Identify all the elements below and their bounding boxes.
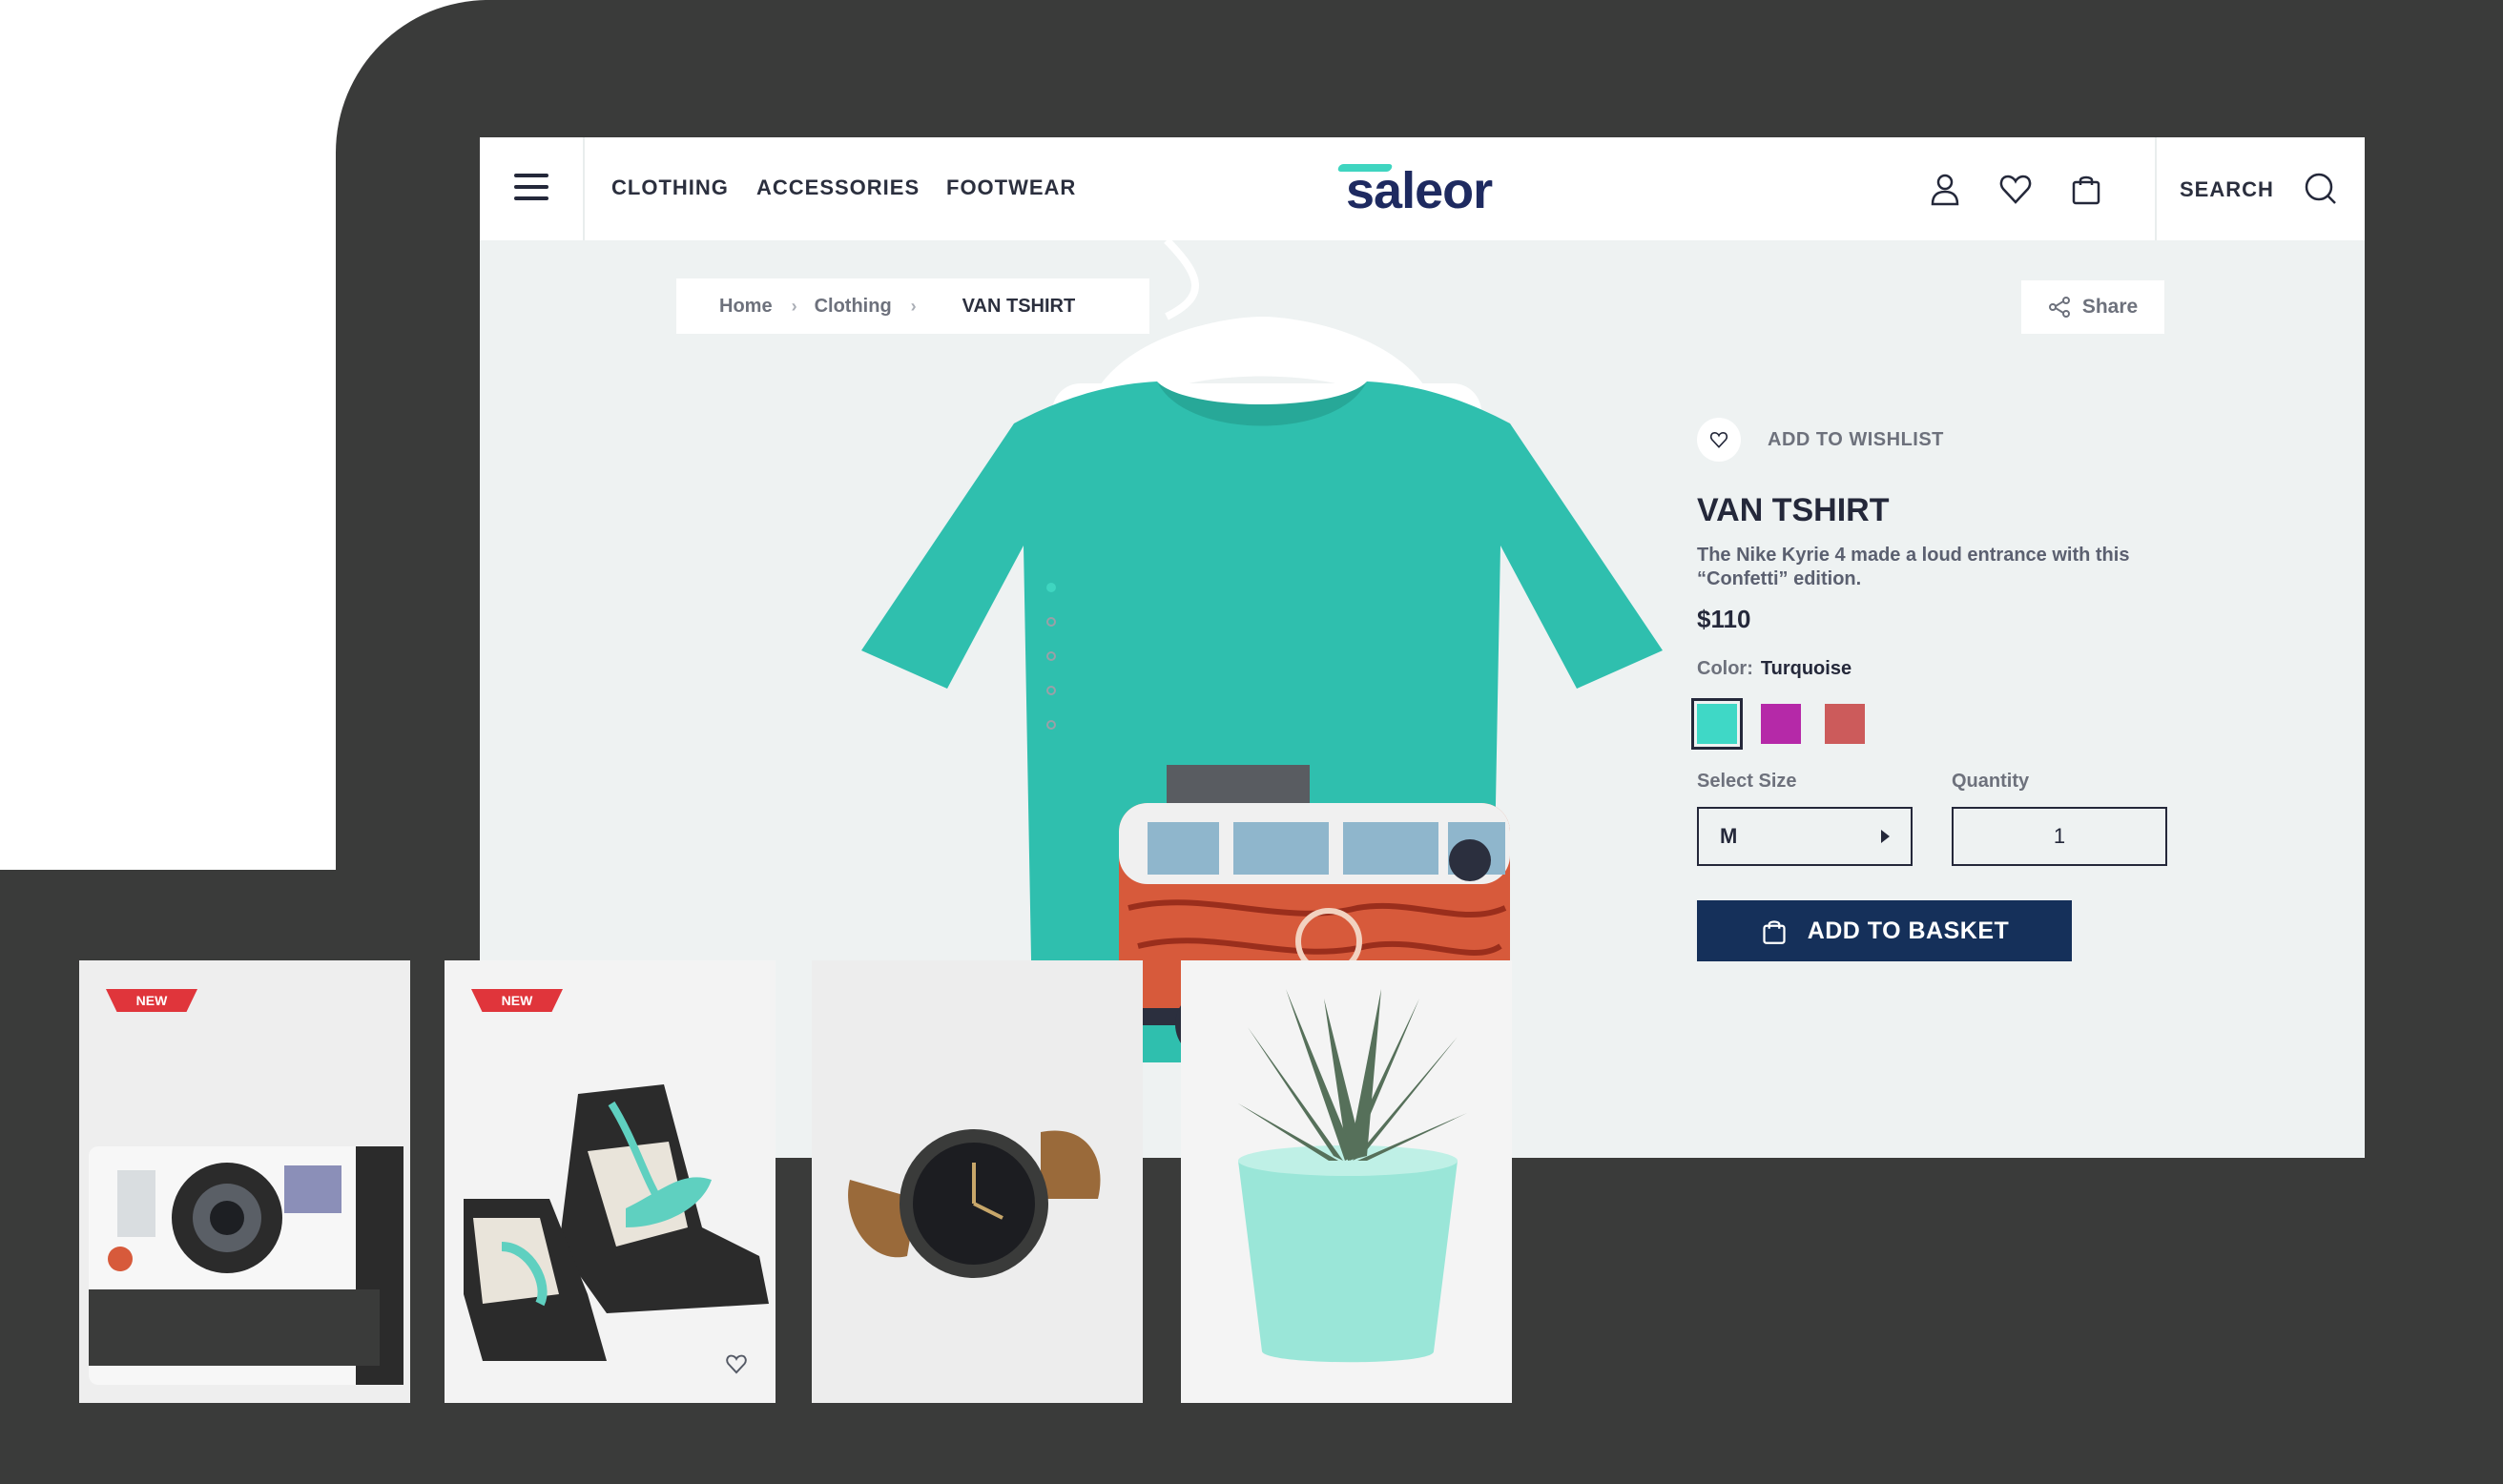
add-to-basket-button[interactable]: ADD TO BASKET — [1697, 900, 2072, 961]
product-card-plant[interactable] — [1181, 960, 1512, 1403]
share-label: Share — [2081, 296, 2139, 318]
color-label-text: Color: — [1697, 658, 1753, 679]
sneakers-image — [445, 960, 776, 1403]
heart-icon[interactable] — [724, 1351, 749, 1376]
nav-footwear[interactable]: FOOTWEAR — [946, 175, 1076, 200]
header-divider — [2155, 137, 2157, 240]
shopping-bag-icon — [1763, 920, 1786, 944]
size-value: M — [1720, 824, 1738, 848]
breadcrumb-home[interactable]: Home — [719, 296, 773, 318]
gallery-dot-3[interactable] — [1046, 651, 1056, 661]
product-card-watch[interactable] — [812, 960, 1143, 1403]
saleor-logo[interactable]: saleor — [1336, 162, 1510, 219]
user-icon[interactable] — [1926, 170, 1964, 208]
product-title: VAN TSHIRT — [1697, 492, 1890, 528]
breadcrumb-clothing[interactable]: Clothing — [815, 296, 892, 318]
add-to-basket-label: ADD TO BASKET — [1807, 917, 2010, 944]
instant-camera-image — [79, 960, 410, 1403]
nav-clothing[interactable]: CLOTHING — [611, 175, 729, 200]
color-swatch-red[interactable] — [1825, 704, 1865, 744]
header-divider — [583, 137, 585, 240]
new-badge: NEW — [471, 989, 563, 1012]
wishlist-label: ADD TO WISHLIST — [1768, 428, 1944, 450]
nav-accessories[interactable]: ACCESSORIES — [756, 175, 920, 200]
quantity-value: 1 — [2053, 824, 2066, 848]
search-label[interactable]: SEARCH — [2180, 177, 2274, 202]
heart-icon — [1697, 418, 1741, 462]
breadcrumb-current: VAN TSHIRT — [962, 295, 1076, 317]
product-card-sneakers[interactable]: NEW — [445, 960, 776, 1403]
gallery-dot-4[interactable] — [1046, 686, 1056, 695]
color-swatch-turquoise[interactable] — [1691, 698, 1743, 750]
caret-right-icon — [1881, 830, 1890, 843]
quantity-label: Quantity — [1952, 771, 2030, 792]
add-to-wishlist-button[interactable]: ADD TO WISHLIST — [1697, 418, 1944, 462]
chevron-right-icon: › — [910, 296, 917, 316]
search-icon[interactable] — [2302, 170, 2340, 208]
gallery-dot-2[interactable] — [1046, 617, 1056, 627]
color-value: Turquoise — [1760, 658, 1852, 679]
chevron-right-icon: › — [791, 296, 797, 316]
potted-succulent-image — [1181, 960, 1512, 1403]
hamburger-menu-icon[interactable] — [514, 174, 548, 204]
quantity-input[interactable]: 1 — [1952, 807, 2167, 866]
size-select[interactable]: M — [1697, 807, 1913, 866]
gallery-dot-5[interactable] — [1046, 720, 1056, 730]
heart-icon[interactable] — [1996, 170, 2035, 208]
color-swatch-purple[interactable] — [1761, 704, 1801, 744]
logo-text: saleor — [1346, 162, 1493, 219]
new-badge: NEW — [106, 989, 197, 1012]
share-button[interactable]: Share — [2021, 280, 2164, 334]
site-header: CLOTHING ACCESSORIES FOOTWEAR saleor SEA… — [480, 137, 2365, 240]
size-label: Select Size — [1697, 771, 1797, 792]
share-icon — [2048, 297, 2070, 318]
product-description: The Nike Kyrie 4 made a loud entrance wi… — [1697, 545, 2130, 589]
wristwatch-image — [812, 960, 1143, 1403]
shopping-bag-icon[interactable] — [2067, 170, 2105, 208]
gallery-dot-1[interactable] — [1046, 583, 1056, 592]
color-label: Color: Turquoise — [1697, 658, 1851, 680]
product-price: $110 — [1697, 605, 1751, 633]
breadcrumb: Home › Clothing › VAN TSHIRT — [676, 278, 1149, 334]
product-card-camera[interactable]: NEW — [79, 960, 410, 1403]
